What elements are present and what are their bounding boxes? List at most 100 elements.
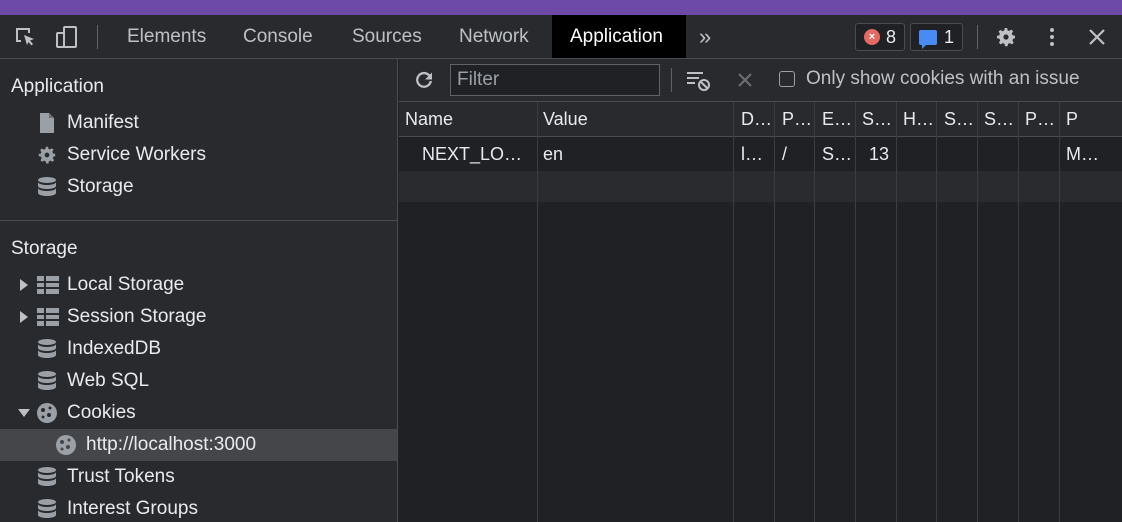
only-issues-label[interactable]: Only show cookies with an issue xyxy=(806,68,1080,90)
gear-icon xyxy=(36,144,58,166)
column-divider xyxy=(774,102,775,522)
column-header-value[interactable]: Value xyxy=(543,109,588,130)
tab-elements[interactable]: Elements xyxy=(109,15,224,58)
devtools-toolbar: Elements Console Sources Network Applica… xyxy=(0,15,1122,59)
cell-cookie-value[interactable]: en xyxy=(543,144,563,165)
more-options-icon[interactable] xyxy=(1039,24,1065,50)
toolbar-separator xyxy=(97,25,98,49)
close-icon[interactable] xyxy=(1084,24,1110,50)
database-icon xyxy=(36,498,58,520)
only-issues-checkbox[interactable] xyxy=(779,71,795,87)
device-toolbar-icon[interactable] xyxy=(54,24,80,50)
column-header-size[interactable]: S… xyxy=(862,109,892,130)
sidebar-item-cookies[interactable]: Cookies xyxy=(0,397,397,429)
column-divider xyxy=(733,102,734,522)
cookies-panel: Only show cookies with an issue Name Val… xyxy=(399,59,1122,522)
tab-application[interactable]: Application xyxy=(552,15,686,58)
cell-cookie-name[interactable]: NEXT_LO… xyxy=(422,144,522,165)
toolbar-separator xyxy=(671,68,672,92)
sidebar-item-label: Interest Groups xyxy=(67,498,198,519)
application-sidebar: Application Manifest Service Workers Sto… xyxy=(0,59,398,522)
sidebar-item-label: Session Storage xyxy=(67,306,207,327)
column-header-priority[interactable]: P xyxy=(1066,109,1078,130)
sidebar-item-label: http://localhost:3000 xyxy=(86,434,257,455)
column-divider xyxy=(977,102,978,522)
sidebar-item-storage[interactable]: Storage xyxy=(0,171,397,203)
cell-cookie-path[interactable]: / xyxy=(782,144,787,165)
tab-network[interactable]: Network xyxy=(441,15,547,58)
section-heading-storage: Storage xyxy=(11,238,78,259)
column-divider xyxy=(1059,102,1060,522)
column-header-path[interactable]: P… xyxy=(782,109,812,130)
table-row-empty xyxy=(399,171,1122,202)
cookies-filter-bar: Only show cookies with an issue xyxy=(399,59,1122,102)
sidebar-item-label: Trust Tokens xyxy=(67,466,175,487)
cookie-icon xyxy=(55,434,77,456)
sidebar-item-trust-tokens[interactable]: Trust Tokens xyxy=(0,461,397,493)
column-header-httponly[interactable]: H… xyxy=(903,109,934,130)
cell-cookie-size[interactable]: 13 xyxy=(869,144,889,165)
sidebar-item-cookie-origin[interactable]: http://localhost:3000 xyxy=(0,429,397,461)
sidebar-item-label: Manifest xyxy=(67,112,139,133)
sidebar-item-label: Cookies xyxy=(67,402,136,423)
messages-badge[interactable]: 1 xyxy=(910,23,964,51)
message-icon xyxy=(919,29,937,49)
table-icon xyxy=(37,274,59,296)
column-header-partition-key[interactable]: P… xyxy=(1025,109,1055,130)
cell-cookie-domain[interactable]: l… xyxy=(741,144,763,165)
column-header-name[interactable]: Name xyxy=(405,109,453,130)
tab-console[interactable]: Console xyxy=(225,15,331,58)
file-icon xyxy=(36,112,58,134)
database-icon xyxy=(36,338,58,360)
sidebar-item-label: IndexedDB xyxy=(67,338,162,359)
sidebar-item-label: Web SQL xyxy=(67,370,150,391)
sidebar-item-indexeddb[interactable]: IndexedDB xyxy=(0,333,397,365)
clear-filtered-cookies-icon[interactable] xyxy=(685,67,711,93)
column-header-expires[interactable]: E… xyxy=(822,109,852,130)
column-divider xyxy=(1018,102,1019,522)
sidebar-item-label: Local Storage xyxy=(67,274,185,295)
column-divider xyxy=(936,102,937,522)
cookies-table: Name Value D… P… E… S… H… S… S… P… P NEX… xyxy=(399,102,1122,522)
expand-arrow-icon[interactable] xyxy=(18,279,30,291)
column-header-secure[interactable]: S… xyxy=(944,109,974,130)
column-divider xyxy=(814,102,815,522)
section-heading-application: Application xyxy=(11,76,104,97)
collapse-arrow-icon[interactable] xyxy=(18,407,30,419)
sidebar-item-interest-groups[interactable]: Interest Groups xyxy=(0,493,397,522)
database-icon xyxy=(36,466,58,488)
messages-count: 1 xyxy=(944,26,955,47)
sidebar-item-label: Service Workers xyxy=(67,144,207,165)
sidebar-item-web-sql[interactable]: Web SQL xyxy=(0,365,397,397)
refresh-icon[interactable] xyxy=(411,67,437,93)
cell-cookie-expires[interactable]: S… xyxy=(822,144,852,165)
sidebar-item-manifest[interactable]: Manifest xyxy=(0,107,397,139)
column-divider xyxy=(855,102,856,522)
settings-gear-icon[interactable] xyxy=(993,24,1019,50)
toolbar-separator xyxy=(977,25,978,49)
table-icon xyxy=(37,306,59,328)
cell-cookie-priority[interactable]: M… xyxy=(1066,144,1099,165)
inspect-element-icon[interactable] xyxy=(12,24,38,50)
expand-arrow-icon[interactable] xyxy=(18,311,30,323)
sidebar-item-label: Storage xyxy=(67,176,134,197)
tab-sources[interactable]: Sources xyxy=(334,15,440,58)
cookie-icon xyxy=(36,402,58,424)
database-icon xyxy=(36,176,58,198)
sidebar-item-local-storage[interactable]: Local Storage xyxy=(0,269,397,301)
window-accent-strip xyxy=(0,0,1122,15)
column-divider xyxy=(896,102,897,522)
errors-count: 8 xyxy=(886,26,897,47)
sidebar-item-service-workers[interactable]: Service Workers xyxy=(0,139,397,171)
column-divider xyxy=(537,102,538,522)
errors-badge[interactable]: × 8 xyxy=(855,23,906,51)
error-icon: × xyxy=(864,29,880,45)
sidebar-item-session-storage[interactable]: Session Storage xyxy=(0,301,397,333)
more-tabs-icon[interactable]: » xyxy=(681,15,729,58)
filter-input[interactable] xyxy=(450,64,660,96)
database-icon xyxy=(36,370,58,392)
delete-selected-icon[interactable] xyxy=(732,67,758,93)
column-header-samesite[interactable]: S… xyxy=(984,109,1014,130)
sidebar-divider xyxy=(0,220,397,221)
column-header-domain[interactable]: D… xyxy=(741,109,772,130)
